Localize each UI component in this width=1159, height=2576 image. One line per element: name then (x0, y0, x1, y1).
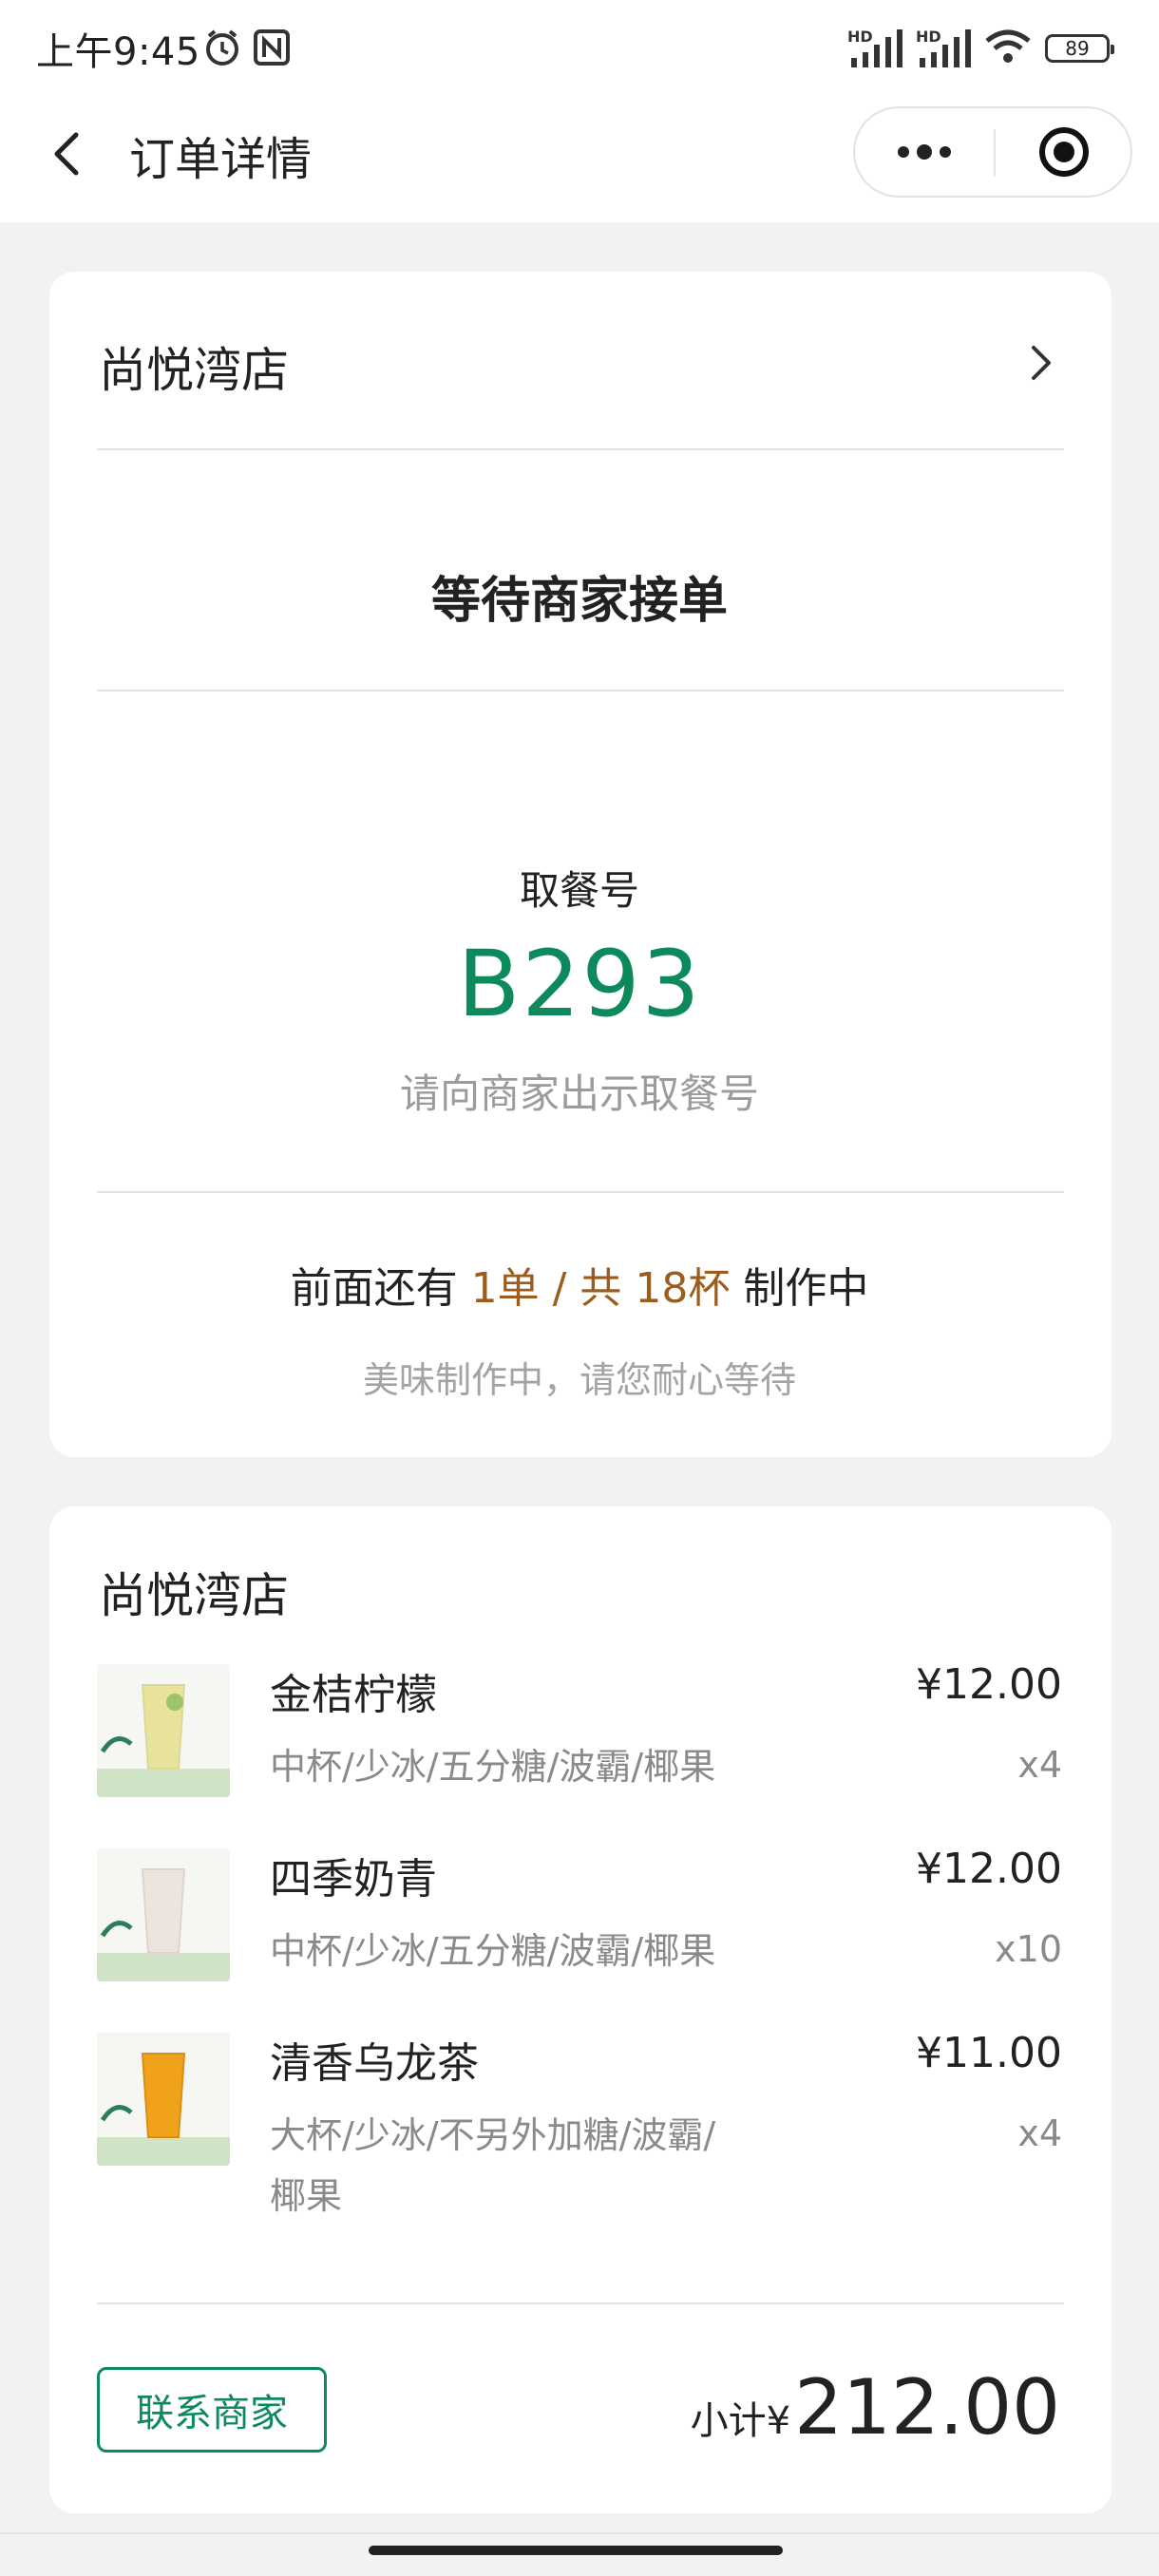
chevron-right-icon[interactable] (1018, 338, 1062, 388)
queue-prefix: 前面还有 (290, 1264, 458, 1313)
item-options: 中杯/少冰/五分糖/波霸/椰果 (270, 1746, 716, 1788)
item-quantity: x4 (1017, 1744, 1062, 1786)
item-quantity: x10 (995, 1928, 1062, 1970)
alarm-icon (201, 27, 243, 72)
nfc-icon (253, 28, 291, 70)
pickup-hint: 请向商家出示取餐号 (399, 1070, 759, 1117)
product-image (97, 1664, 230, 1797)
subtotal: 小计¥ 212.00 (691, 2363, 1060, 2452)
signal-icon-2: HD (916, 28, 971, 69)
pickup-number: B293 (457, 931, 702, 1037)
page-title: 订单详情 (129, 133, 313, 186)
wifi-icon (984, 28, 1032, 69)
item-name: 清香乌龙茶 (270, 2039, 479, 2088)
product-image (97, 1848, 230, 1981)
back-arrow-icon[interactable] (42, 125, 99, 182)
queue-suffix: 制作中 (743, 1264, 869, 1313)
item-name: 金桔柠檬 (270, 1671, 437, 1719)
home-indicator[interactable] (369, 2546, 783, 2555)
item-price: ¥12.00 (916, 1660, 1062, 1709)
divider (97, 448, 1064, 450)
product-image (97, 2033, 230, 2166)
pickup-label: 取餐号 (519, 867, 639, 914)
more-dots-icon[interactable] (855, 108, 994, 196)
item-options: 大杯/少冰/不另外加糖/波霸/ 椰果 (270, 2114, 716, 2217)
item-price: ¥12.00 (916, 1845, 1062, 1893)
status-icons: HD HD 89 (847, 25, 1114, 72)
item-options: 中杯/少冰/五分糖/波霸/椰果 (270, 1930, 716, 1972)
subtotal-label: 小计¥ (690, 2399, 791, 2443)
order-items-card (49, 1506, 1112, 2513)
item-price: ¥11.00 (916, 2029, 1062, 2077)
signal-icon: HD (847, 28, 902, 69)
close-target-icon[interactable] (996, 108, 1132, 196)
item-quantity: x4 (1017, 2112, 1062, 2154)
mini-program-capsule (853, 106, 1132, 198)
divider (97, 690, 1064, 691)
contact-merchant-button[interactable]: 联系商家 (97, 2367, 327, 2453)
divider (97, 1191, 1064, 1193)
item-name: 四季奶青 (270, 1855, 437, 1904)
order-status: 等待商家接单 (430, 573, 728, 630)
items-store-name: 尚悦湾店 (99, 1568, 289, 1623)
battery-level: 89 (1065, 37, 1090, 60)
queue-highlight: 1单 / 共 18杯 (470, 1264, 731, 1313)
store-name-link[interactable]: 尚悦湾店 (99, 332, 289, 401)
queue-info: 前面还有 1单 / 共 18杯 制作中 (0, 1254, 1159, 1315)
queue-subtext: 美味制作中，请您耐心等待 (362, 1359, 796, 1401)
divider (97, 2302, 1064, 2304)
status-time: 上午9:45 (36, 30, 200, 74)
subtotal-amount: 212.00 (794, 2363, 1060, 2452)
battery-icon: 89 (1045, 34, 1114, 63)
